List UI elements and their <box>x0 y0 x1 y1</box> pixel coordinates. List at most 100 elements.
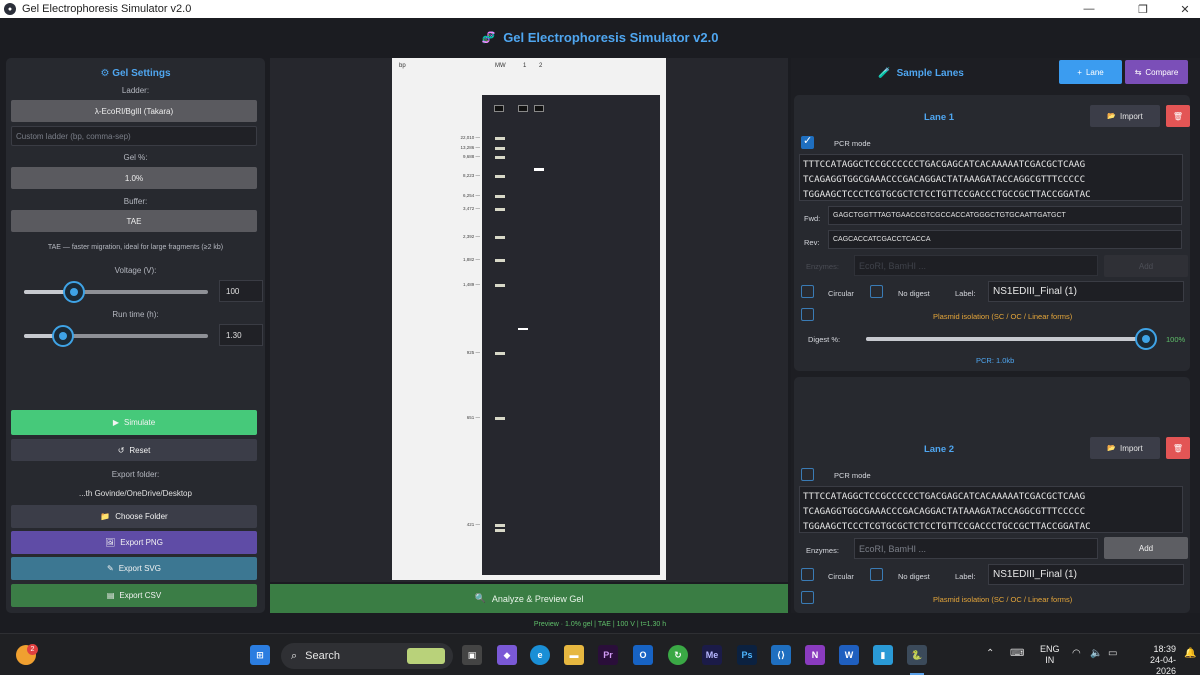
python-app-icon[interactable]: 🐍 <box>907 645 927 665</box>
app-blue-icon[interactable]: ▮ <box>873 645 893 665</box>
lane-card-1: Lane 1 📂 Import 🗑 PCR mode TTTCCATAGGCTC… <box>794 95 1190 371</box>
ladder-band <box>495 175 505 178</box>
runtime-slider[interactable] <box>24 325 208 347</box>
runtime-input[interactable]: 1.30 <box>219 324 263 346</box>
buffer-label: Buffer: <box>123 197 148 206</box>
lane-1-label-input[interactable]: NS1EDIII_Final (1) <box>988 281 1184 302</box>
lane-1-add-enzyme-button[interactable]: Add <box>1104 255 1188 277</box>
trash-icon: 🗑 <box>1172 111 1184 121</box>
ladder-band-label: 421 — <box>466 522 480 527</box>
export-svg-button[interactable]: ✎ Export SVG <box>11 557 257 580</box>
volume-icon[interactable]: 🔈 <box>1090 648 1102 659</box>
test-tube-icon: 🧪 <box>878 67 891 79</box>
minimize-button[interactable]: — <box>1074 0 1104 18</box>
word-icon[interactable]: W <box>839 645 859 665</box>
lane-1-digest-slider[interactable] <box>866 328 1157 350</box>
folder-open-icon: 📂 <box>1107 113 1117 120</box>
voltage-input[interactable]: 100 <box>219 280 263 302</box>
ladder-band-label: 651 — <box>466 415 480 420</box>
lane-2-add-enzyme-button[interactable]: Add <box>1104 537 1188 559</box>
export-csv-button[interactable]: ▤ Export CSV <box>11 584 257 607</box>
language-bottom: IN <box>1045 655 1055 665</box>
lane-1-delete-button[interactable]: 🗑 <box>1166 105 1190 127</box>
analyze-preview-button[interactable]: 🔍 Analyze & Preview Gel <box>270 584 788 613</box>
runtime-slider-handle[interactable] <box>51 325 74 347</box>
clock[interactable]: 18:39 24-04-2026 <box>1136 644 1176 675</box>
reset-label: Reset <box>129 445 151 455</box>
ladder-band-label: 1,882 — <box>462 257 480 262</box>
lane-1-circular-checkbox[interactable] <box>801 285 814 298</box>
export-png-button[interactable]: 🖼 Export PNG <box>11 531 257 554</box>
lane-2-label-input[interactable]: NS1EDIII_Final (1) <box>988 564 1184 585</box>
onenote-icon[interactable]: N <box>805 645 825 665</box>
battery-icon[interactable]: ▭ <box>1108 648 1117 659</box>
reset-button[interactable]: ↺ Reset <box>11 439 257 461</box>
copilot-icon[interactable]: ◆ <box>497 645 517 665</box>
ladder-select[interactable]: λ-EcoRI/BglII (Takara) <box>11 100 257 122</box>
windows-start-icon[interactable]: ⊞ <box>250 645 270 665</box>
lane-2-import-button[interactable]: 📂 Import <box>1090 437 1160 459</box>
notification-badge: 2 <box>27 644 38 655</box>
lane-1-enzymes-input[interactable]: EcoRI, BamHI ... <box>854 255 1098 276</box>
gel-percent-select[interactable]: 1.0% <box>11 167 257 189</box>
lane-1-sequence-input[interactable]: TTTCCATAGGCTCCGCCCCCCTGACGAGCATCACAAAAAT… <box>799 154 1183 201</box>
gel-percent-label: Gel %: <box>123 153 148 162</box>
lane-2-delete-button[interactable]: 🗑 <box>1166 437 1190 459</box>
chevron-up-icon[interactable]: ⌃ <box>986 648 994 659</box>
lane-2-nodigest-checkbox[interactable] <box>870 568 883 581</box>
lane-2-plasmid-label: Plasmid isolation (SC / OC / Linear form… <box>933 595 1073 604</box>
window-title: Gel Electrophoresis Simulator v2.0 <box>22 3 192 15</box>
clock-date: 24-04-2026 <box>1149 655 1176 675</box>
lane-2-sequence-input[interactable]: TTTCCATAGGCTCCGCCCCCCTGACGAGCATCACAAAAAT… <box>799 486 1183 533</box>
lane-2-circular-checkbox[interactable] <box>801 568 814 581</box>
lane-1-import-label: Import <box>1120 111 1143 121</box>
close-button[interactable]: ✕ <box>1170 0 1200 18</box>
ladder-band <box>495 208 505 211</box>
photoshop-icon[interactable]: Ps <box>737 645 757 665</box>
voltage-slider[interactable] <box>24 281 208 303</box>
lane-1-nodigest-checkbox[interactable] <box>870 285 883 298</box>
export-png-label: Export PNG <box>120 538 163 547</box>
voltage-label: Voltage (V): <box>114 266 157 275</box>
compare-button[interactable]: ⇆ Compare <box>1125 60 1188 84</box>
task-view-icon[interactable]: ▣ <box>462 645 482 665</box>
taskbar-search[interactable]: ⌕ Search <box>281 643 453 669</box>
custom-ladder-input[interactable]: Custom ladder (bp, comma-sep) <box>11 126 257 146</box>
maximize-button[interactable]: ❐ <box>1128 0 1158 18</box>
lane-2-enzymes-input[interactable]: EcoRI, BamHI ... <box>854 538 1098 559</box>
lane-1-plasmid-checkbox[interactable] <box>801 308 814 321</box>
vscode-icon[interactable]: ⟨⟩ <box>771 645 791 665</box>
gel-settings-label: Gel Settings <box>112 68 171 79</box>
keyboard-icon[interactable]: ⌨ <box>1010 648 1024 659</box>
buffer-select[interactable]: TAE <box>11 210 257 232</box>
sample-band-lane-1 <box>518 328 528 330</box>
lane-1-rev-primer-input[interactable]: CAGCACCATCGACCTCACCA <box>828 230 1182 249</box>
lane-2-plasmid-checkbox[interactable] <box>801 591 814 604</box>
add-lane-button[interactable]: + Lane <box>1059 60 1122 84</box>
simulate-button[interactable]: ▶ Simulate <box>11 410 257 435</box>
ladder-band <box>495 529 505 532</box>
lane-2-seq-line-1: TTTCCATAGGCTCCGCCCCCCTGACGAGCATCACAAAAAT… <box>803 491 1086 502</box>
edge-icon[interactable]: e <box>530 645 550 665</box>
lane-1-pcr-mode-checkbox[interactable] <box>801 134 814 149</box>
sample-lanes-title: 🧪 Sample Lanes <box>791 58 1051 88</box>
app-green-icon[interactable]: ↻ <box>668 645 688 665</box>
premiere-icon[interactable]: Pr <box>598 645 618 665</box>
lane-1-fwd-primer-input[interactable]: GAGCTGGTTTAGTGAACCGTCGCCACCATGGGCTGTGCAA… <box>828 206 1182 225</box>
trash-icon: 🗑 <box>1172 443 1184 453</box>
voltage-slider-handle[interactable] <box>62 281 85 303</box>
file-explorer-icon[interactable]: ▬ <box>564 645 584 665</box>
choose-folder-button[interactable]: 📁 Choose Folder <box>11 505 257 528</box>
wifi-icon[interactable]: ◠ <box>1072 648 1081 659</box>
well-lane-1 <box>518 105 528 112</box>
lane-1-digest-slider-handle[interactable] <box>1135 328 1157 350</box>
lane-2-pcr-mode-checkbox[interactable] <box>801 468 814 481</box>
lane-1-plasmid-label: Plasmid isolation (SC / OC / Linear form… <box>933 312 1073 321</box>
media-encoder-icon[interactable]: Me <box>702 645 722 665</box>
bell-icon[interactable]: 🔔 <box>1184 648 1196 659</box>
lane-2-nodigest-label: No digest <box>898 572 930 581</box>
lane-1-import-button[interactable]: 📂 Import <box>1090 105 1160 127</box>
language-indicator[interactable]: ENG IN <box>1040 644 1060 666</box>
outlook-icon[interactable]: O <box>633 645 653 665</box>
play-icon: ▶ <box>112 418 120 427</box>
